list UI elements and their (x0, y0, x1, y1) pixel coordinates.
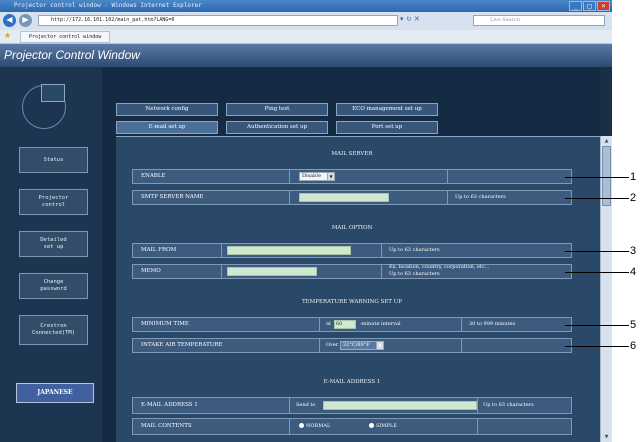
send-to-label: Send to (296, 402, 316, 408)
tab-eco-management[interactable]: ECO management set up (336, 103, 438, 116)
close-button[interactable]: × (597, 1, 610, 11)
email-address-label: E-MAIL ADDRESS 1 (141, 402, 198, 408)
minimum-time-suffix: -minute interval (360, 321, 401, 327)
minimum-time-range: 30 to 999 minutes (469, 321, 516, 327)
favorites-bar: ★ Projector control window (0, 30, 612, 44)
back-icon[interactable]: ◀ (3, 14, 16, 27)
browser-window: Projector control window - Windows Inter… (0, 0, 612, 442)
japanese-language-button[interactable]: JAPANESE (16, 383, 94, 403)
scroll-thumb[interactable] (602, 146, 611, 206)
tab-port-setup[interactable]: Port set up (336, 121, 438, 134)
enable-row: ENABLE Disable ▼ (132, 169, 572, 184)
sidebar-item-status[interactable]: Status (19, 147, 88, 173)
refresh-stop-icons[interactable]: ▾ ↻ ✕ (400, 15, 420, 23)
minimum-time-label: MINIMUM TIME (141, 321, 189, 327)
mail-from-row: MAIL FROM Up to 63 characters (132, 243, 572, 258)
radio-simple[interactable]: SIMPLE (369, 419, 397, 434)
sidebar-item-change-password[interactable]: Change password (19, 273, 88, 299)
email-address-input[interactable] (323, 401, 477, 410)
smtp-row: SMTP SERVER NAME Up to 63 characters (132, 190, 572, 205)
callout-line-1 (565, 177, 629, 178)
mail-from-hint: Up to 63 characters (389, 247, 440, 253)
radio-simple-icon[interactable] (369, 423, 374, 428)
enable-label: ENABLE (141, 173, 166, 179)
search-input[interactable]: Live Search (473, 15, 605, 26)
sidebar: Status Projector control Detailed set up… (0, 67, 102, 442)
email-address-1-heading: E-MAIL ADDRESS 1 (130, 376, 574, 388)
memo-input[interactable] (227, 267, 317, 276)
enable-select-value: Disable (302, 173, 321, 179)
maximize-button[interactable]: □ (583, 1, 596, 11)
radio-simple-label: SIMPLE (376, 423, 397, 429)
callout-6: 6 (630, 340, 637, 352)
minimum-time-row: MINIMUM TIME at 60 -minute interval 30 t… (132, 317, 572, 332)
sidebar-item-crestron[interactable]: Crestron Connected(TM) (19, 315, 88, 345)
callout-line-3 (565, 251, 629, 252)
radio-normal-label: NORMAL (306, 423, 331, 429)
forward-icon[interactable]: ▶ (19, 14, 32, 27)
scroll-down-icon[interactable]: ▼ (602, 433, 611, 441)
chevron-down-icon: ▼ (376, 342, 383, 349)
smtp-hint: Up to 63 characters (455, 194, 506, 200)
callout-line-4 (565, 272, 629, 273)
intake-temperature-row: INTAKE AIR TEMPERATURE Over 32°C/89°F ▼ (132, 338, 572, 353)
tab-authentication-setup[interactable]: Authentication set up (226, 121, 328, 134)
callout-line-5 (565, 325, 629, 326)
sidebar-item-detailed-setup[interactable]: Detailed set up (19, 231, 88, 257)
intake-temperature-prefix: Over (326, 342, 339, 348)
tab-network-config[interactable]: Network config (116, 103, 218, 116)
mail-contents-label: MAIL CONTENTS (141, 423, 192, 429)
callout-5: 5 (630, 319, 637, 331)
minimize-button[interactable]: _ (569, 1, 582, 11)
favorites-star-icon[interactable]: ★ (4, 31, 11, 40)
callout-1: 1 (630, 171, 637, 183)
mail-option-heading: MAIL OPTION (130, 222, 574, 234)
email-address-row: E-MAIL ADDRESS 1 Send to Up to 63 charac… (132, 397, 572, 414)
callout-4: 4 (630, 266, 637, 278)
minimum-time-prefix: at (326, 321, 331, 327)
intake-temperature-label: INTAKE AIR TEMPERATURE (141, 342, 223, 348)
radio-normal-icon[interactable] (299, 423, 304, 428)
vertical-scrollbar[interactable]: ▲ ▼ (600, 136, 612, 442)
memo-label: MEMO (141, 268, 161, 274)
mail-from-label: MAIL FROM (141, 247, 177, 253)
callout-3: 3 (630, 245, 637, 257)
temperature-warning-heading: TEMPERATURE WARNING SET UP (130, 296, 574, 308)
address-toolbar: ◀ ▶ http://172.16.101.102/main_pat.htm?L… (0, 12, 612, 30)
mail-contents-row: MAIL CONTENTS NORMAL SIMPLE (132, 418, 572, 435)
minimum-time-input[interactable]: 60 (334, 320, 356, 329)
projector-logo-icon (22, 84, 66, 129)
app-header: Projector Control Window (0, 44, 612, 67)
scroll-up-icon[interactable]: ▲ (602, 137, 611, 145)
memo-row: MEMO Ex. location, country, corporation,… (132, 264, 572, 279)
intake-temperature-select[interactable]: 32°C/89°F ▼ (340, 341, 384, 350)
email-address-hint: Up to 63 characters (483, 402, 534, 408)
mail-from-input[interactable] (227, 246, 351, 255)
chevron-down-icon: ▼ (327, 173, 334, 180)
intake-temperature-value: 32°C/89°F (343, 342, 370, 348)
window-title: Projector control window - Windows Inter… (14, 2, 202, 9)
address-input[interactable]: http://172.16.101.102/main_pat.htm?LANG=… (38, 15, 398, 26)
smtp-server-input[interactable] (299, 193, 389, 202)
radio-normal[interactable]: NORMAL (299, 419, 330, 434)
callout-line-6 (565, 346, 629, 347)
tab-ping-test[interactable]: Ping test (226, 103, 328, 116)
enable-select[interactable]: Disable ▼ (299, 172, 335, 181)
memo-hint-limit: Up to 63 characters (389, 271, 440, 277)
mail-server-heading: MAIL SERVER (130, 148, 574, 160)
callout-2: 2 (630, 192, 637, 204)
favorites-tab[interactable]: Projector control window (20, 31, 111, 43)
window-titlebar: Projector control window - Windows Inter… (0, 0, 612, 12)
memo-hint-example: Ex. location, country, corporation, etc.… (389, 264, 490, 270)
callout-line-2 (565, 198, 629, 199)
smtp-label: SMTP SERVER NAME (141, 194, 204, 200)
sidebar-item-projector-control[interactable]: Projector control (19, 189, 88, 215)
tab-email-setup[interactable]: E-mail set up (116, 121, 218, 134)
